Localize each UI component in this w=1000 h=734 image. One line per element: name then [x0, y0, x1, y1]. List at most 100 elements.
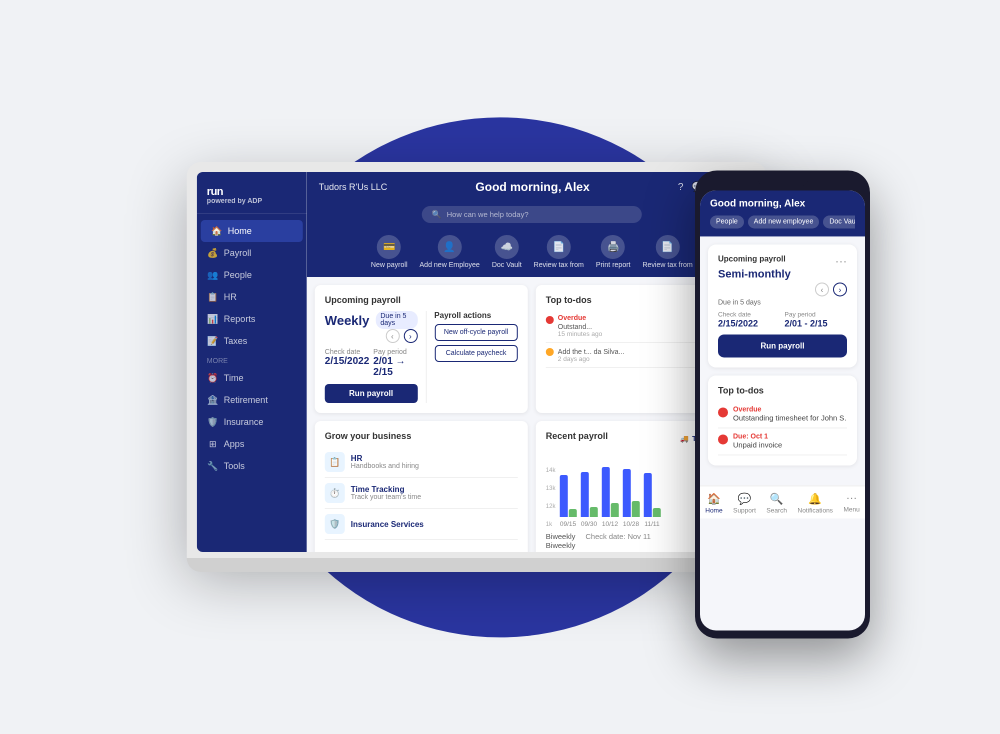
todo-1-status: Overdue — [558, 315, 602, 322]
payroll-dates: Check date 2/15/2022 Pay period 2/01 → 2… — [325, 349, 418, 378]
recent-payroll-title: Recent payroll — [546, 431, 608, 441]
pay-period-item: Pay period 2/01 → 2/15 — [373, 349, 417, 378]
sidebar-item-reports[interactable]: 📊 Reports — [197, 308, 307, 330]
qa-doc-vault[interactable]: ☁️ Doc Vault — [492, 235, 522, 269]
insurance-icon: 🛡️ — [207, 416, 219, 428]
prev-payroll-arrow[interactable]: ‹ — [385, 329, 399, 343]
search-input[interactable]: 🔍 How can we help today? — [422, 206, 642, 223]
sidebar-item-tools[interactable]: 🔧 Tools — [197, 455, 307, 477]
sidebar-item-home[interactable]: 🏠 Home — [201, 220, 303, 242]
people-icon: 👥 — [207, 269, 219, 281]
phone-payroll-card-title: Upcoming payroll — [718, 254, 786, 263]
home-icon: 🏠 — [211, 225, 223, 237]
grow-item-insurance[interactable]: 🛡️ Insurance Services — [325, 509, 518, 540]
sidebar-taxes-label: Taxes — [224, 336, 248, 346]
check-date-value: 2/15/2022 — [325, 356, 370, 367]
phone-nav-arrows: ‹ › — [718, 282, 847, 296]
bar-green-3 — [610, 503, 618, 517]
phone-pay-period-label: Pay period — [785, 311, 848, 318]
sidebar-insurance-label: Insurance — [224, 417, 264, 427]
grow-item-time-tracking[interactable]: ⏱️ Time Tracking Track your team's time — [325, 478, 518, 509]
grow-business-list: 📋 HR Handbooks and hiring ⏱️ Time Tracki… — [325, 447, 518, 540]
payroll-icon: 💰 — [207, 247, 219, 259]
qa-add-employee-label: Add new Employee — [420, 262, 480, 269]
qa-review-tax-1[interactable]: 📄 Review tax from — [534, 235, 584, 269]
bar-green-5 — [652, 508, 660, 517]
grow-item-hr[interactable]: 📋 HR Handbooks and hiring — [325, 447, 518, 478]
bar-group-5 — [643, 473, 660, 517]
y-label-14k: 14k — [546, 468, 556, 474]
new-off-cycle-button[interactable]: New off-cycle payroll — [434, 324, 518, 341]
hr-icon: 📋 — [207, 291, 219, 303]
search-placeholder: How can we help today? — [447, 210, 529, 219]
todo-2-content: Add the t... da Silva... 2 days ago — [558, 347, 625, 363]
phone-content: Upcoming payroll ⋯ Semi-monthly ‹ › Due … — [700, 236, 865, 481]
sidebar-item-retirement[interactable]: 🏦 Retirement — [197, 389, 307, 411]
biweekly-label: Biweekly — [546, 532, 576, 541]
time-icon: ⏰ — [207, 372, 219, 384]
run-payroll-button[interactable]: Run payroll — [325, 384, 418, 403]
grow-time-icon: ⏱️ — [325, 483, 345, 503]
calculate-paycheck-button[interactable]: Calculate paycheck — [434, 345, 518, 362]
phone-card-menu-icon[interactable]: ⋯ — [835, 254, 847, 268]
sidebar-item-people[interactable]: 👥 People — [197, 264, 307, 286]
next-payroll-arrow[interactable]: › — [403, 329, 417, 343]
todo-2-time: 2 days ago — [558, 356, 625, 363]
sidebar-item-taxes[interactable]: 📝 Taxes — [197, 330, 307, 352]
phone-tab-doc-vault[interactable]: Doc Vault — [823, 215, 855, 228]
phone-notch — [758, 178, 808, 186]
phone-nav-notif-icon: 🔔 — [808, 492, 822, 505]
bar-blue-1 — [559, 475, 567, 517]
qa-new-payroll[interactable]: 💳 New payroll — [371, 235, 408, 269]
retirement-icon: 🏦 — [207, 394, 219, 406]
sidebar-item-time[interactable]: ⏰ Time — [197, 367, 307, 389]
chart-y-axis: 14k 13k 12k 1k — [546, 468, 556, 528]
search-bar-container: 🔍 How can we help today? — [307, 202, 757, 231]
sidebar-item-payroll[interactable]: 💰 Payroll — [197, 242, 307, 264]
phone-tab-add-employee[interactable]: Add new employee — [748, 215, 820, 228]
sidebar-logo: run powered by ADP — [197, 182, 307, 214]
quick-actions-bar: 💳 New payroll 👤 Add new Employee ☁️ Doc … — [307, 231, 757, 277]
check-date-recent: Check date: Nov 11 — [585, 532, 650, 541]
check-date-label: Check date — [325, 349, 370, 356]
phone-check-date-val: 2/15/2022 — [718, 318, 781, 328]
phone-nav-support-icon: 💬 — [738, 492, 752, 505]
payroll-type-label: Weekly — [325, 313, 370, 328]
app-header: Tudors R'Us LLC Good morning, Alex ? 💬 🔔… — [307, 172, 757, 202]
phone-todos-card: Top to-dos Overdue Outstanding timesheet… — [708, 375, 857, 465]
sidebar-apps-label: Apps — [224, 439, 245, 449]
phone-nav-search[interactable]: 🔍 Search — [766, 492, 787, 514]
sidebar-item-hr[interactable]: 📋 HR — [197, 286, 307, 308]
phone-greeting: Good morning, Alex — [710, 198, 855, 209]
phone-prev-arrow[interactable]: ‹ — [815, 282, 829, 296]
bar-green-2 — [589, 507, 597, 517]
doc-vault-icon: ☁️ — [495, 235, 519, 259]
phone-header: Good morning, Alex People Add new employ… — [700, 190, 865, 236]
sidebar-item-apps[interactable]: ⊞ Apps — [197, 433, 307, 455]
help-icon[interactable]: ? — [678, 182, 684, 193]
phone-nav-support[interactable]: 💬 Support — [733, 492, 756, 514]
bar-group-3 — [601, 467, 618, 517]
phone-run-payroll-button[interactable]: Run payroll — [718, 334, 847, 357]
qa-print-report[interactable]: 🖨️ Print report — [596, 235, 631, 269]
phone-nav-menu[interactable]: ··· Menu — [843, 492, 859, 514]
phone-next-arrow[interactable]: › — [833, 282, 847, 296]
phone-nav-home[interactable]: 🏠 Home — [705, 492, 722, 514]
phone-todo-item-2: Due: Oct 1 Unpaid invoice — [718, 428, 847, 455]
phone-nav-notifications[interactable]: 🔔 Notifications — [798, 492, 833, 514]
bar-green-4 — [631, 501, 639, 517]
payroll-actions-panel: Payroll actions New off-cycle payroll Ca… — [425, 311, 518, 403]
y-label-1k: 1k — [546, 522, 556, 528]
phone-todo-dot-2 — [718, 434, 728, 444]
logo-adp: powered by ADP — [207, 198, 297, 205]
qa-review-tax-2-label: Review tax from — [642, 262, 692, 269]
qa-add-employee[interactable]: 👤 Add new Employee — [420, 235, 480, 269]
phone-tab-people[interactable]: People — [710, 215, 744, 228]
x-label-1111: 11/11 — [643, 521, 660, 528]
sidebar-people-label: People — [224, 270, 252, 280]
qa-review-tax-2[interactable]: 📄 Review tax from — [642, 235, 692, 269]
main-content-grid: Upcoming payroll Weekly Due in 5 days ‹ … — [307, 277, 757, 552]
sidebar-time-label: Time — [224, 373, 244, 383]
sidebar-item-insurance[interactable]: 🛡️ Insurance — [197, 411, 307, 433]
grow-hr-sub: Handbooks and hiring — [351, 463, 419, 470]
